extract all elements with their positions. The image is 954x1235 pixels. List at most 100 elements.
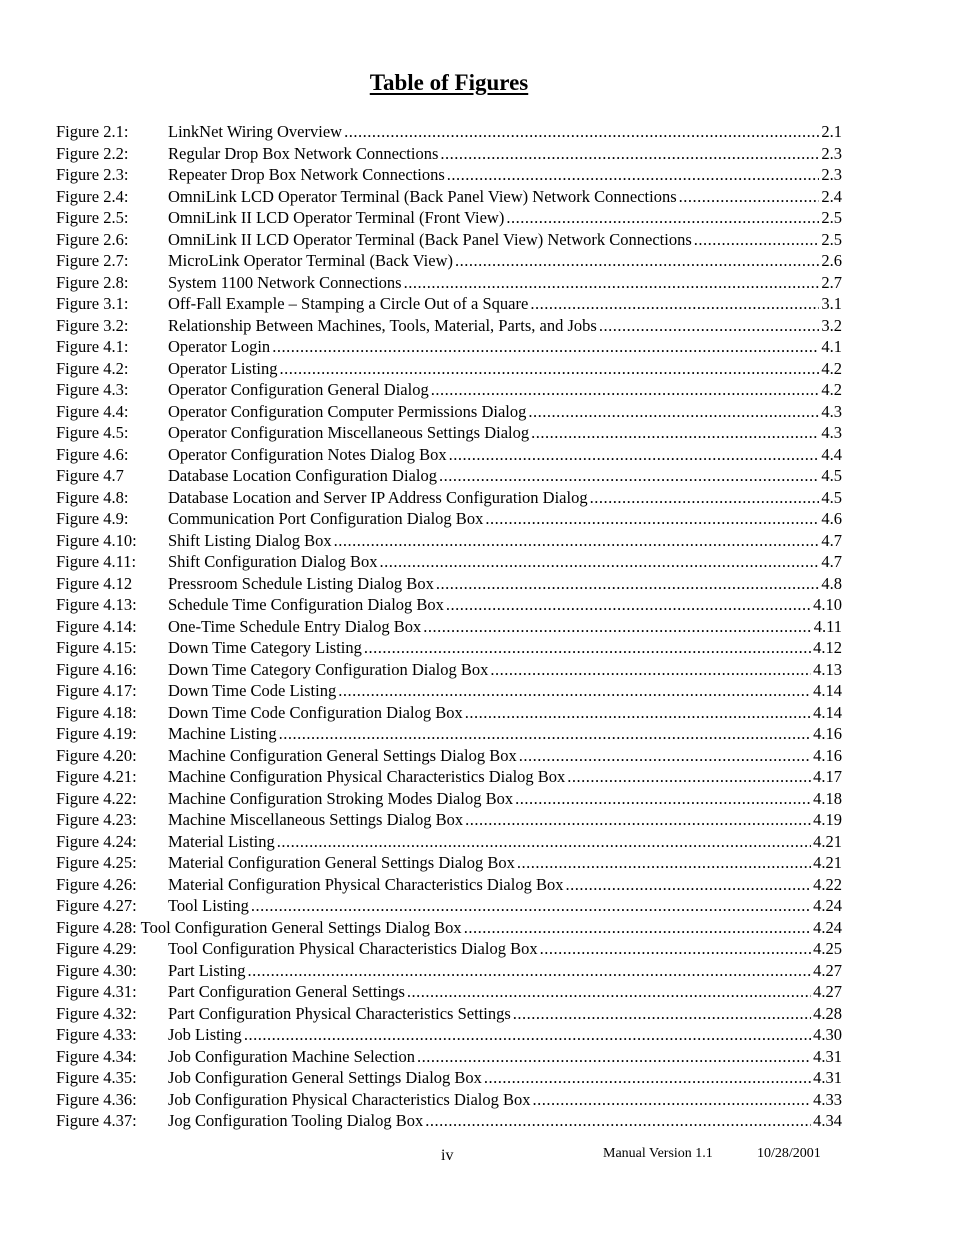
figure-caption: Job Configuration Machine Selection [168, 1046, 415, 1066]
toc-entry[interactable]: Figure 4.29: Tool Configuration Physical … [56, 938, 842, 960]
figure-caption: Part Configuration General Settings [168, 982, 405, 1001]
toc-entry[interactable]: Figure 4.1: Operator Login 4.1 [56, 336, 842, 358]
figure-caption: Shift Listing Dialog Box [168, 530, 332, 550]
figure-page: 4.28 [813, 1003, 842, 1023]
figure-page: 4.3 [821, 423, 842, 442]
toc-entry[interactable]: Figure 4.33: Job Listing 4.30 [56, 1024, 842, 1046]
figure-page: 2.7 [821, 272, 842, 292]
figure-number: Figure 4.1: [56, 337, 129, 356]
toc-entry[interactable]: Figure 4.4: Operator Configuration Comput… [56, 401, 842, 423]
footer-version: Manual Version 1.1 [603, 1146, 713, 1161]
toc-entry[interactable]: Figure 2.3: Repeater Drop Box Network Con… [56, 164, 842, 186]
toc-entry[interactable]: Figure 4.14: One-Time Schedule Entry Dial… [56, 616, 842, 638]
dot-leader [440, 143, 819, 165]
toc-entry[interactable]: Figure 4.20: Machine Configuration Genera… [56, 745, 842, 767]
dot-leader [540, 938, 812, 960]
dot-leader [531, 422, 819, 444]
toc-entry[interactable]: Figure 4.12 Pressroom Schedule Listing Di… [56, 573, 842, 595]
toc-entry[interactable]: Figure 4.9: Communication Port Configurat… [56, 508, 842, 530]
figure-caption: Repeater Drop Box Network Connections [168, 165, 445, 184]
toc-entry[interactable]: Figure 4.34: Job Configuration Machine Se… [56, 1046, 842, 1068]
footer-date: 10/28/2001 [757, 1146, 821, 1161]
figure-page: 4.2 [821, 380, 842, 399]
figure-number: Figure 4.23: [56, 810, 137, 829]
toc-entry[interactable]: Figure 4.30: Part Listing 4.27 [56, 960, 842, 982]
dot-leader [447, 164, 820, 186]
figure-number: Figure 4.21: [56, 767, 137, 786]
toc-entry[interactable]: Figure 4.23: Machine Miscellaneous Settin… [56, 809, 842, 831]
toc-entry[interactable]: Figure 4.37: Jog Configuration Tooling Di… [56, 1110, 842, 1132]
figure-number: Figure 4.12 [56, 573, 133, 593]
toc-entry[interactable]: Figure 4.15: Down Time Category Listing 4.… [56, 637, 842, 659]
toc-entry[interactable]: Figure 4.19: Machine Listing 4.16 [56, 723, 842, 745]
figure-caption: Machine Configuration Physical Character… [168, 767, 566, 786]
figure-number: Figure 4.30: [56, 960, 137, 980]
dot-leader [280, 358, 820, 380]
toc-entry[interactable]: Figure 2.2: Regular Drop Box Network Conn… [56, 143, 842, 165]
toc-entry[interactable]: Figure 4.31: Part Configuration General S… [56, 981, 842, 1003]
toc-entry[interactable]: Figure 2.8: System 1100 Network Connectio… [56, 272, 842, 294]
dot-leader [277, 831, 811, 853]
figure-caption: System 1100 Network Connections [168, 272, 402, 292]
toc-entry[interactable]: Figure 3.1: Off-Fall Example – Stamping a… [56, 293, 842, 315]
toc-entry[interactable]: Figure 4.17: Down Time Code Listing 4.14 [56, 680, 842, 702]
figure-page: 4.16 [813, 724, 842, 743]
toc-entry[interactable]: Figure 2.4: OmniLink LCD Operator Termina… [56, 186, 842, 208]
toc-entry[interactable]: Figure 2.7: MicroLink Operator Terminal (… [56, 250, 842, 272]
figure-caption: Jog Configuration Tooling Dialog Box [168, 1111, 424, 1130]
figure-caption: Part Listing [168, 960, 246, 980]
figure-caption: LinkNet Wiring Overview [168, 122, 343, 141]
toc-entry[interactable]: Figure 2.1: LinkNet Wiring Overview 2.1 [56, 121, 842, 143]
toc-entry[interactable]: Figure 4.8: Database Location and Server … [56, 487, 842, 509]
toc-entry[interactable]: Figure 2.5: OmniLink II LCD Operator Term… [56, 207, 842, 229]
dot-leader [247, 960, 811, 982]
toc-entry[interactable]: Figure 4.10: Shift Listing Dialog Box 4.7 [56, 530, 842, 552]
toc-entry[interactable]: Figure 2.6: OmniLink II LCD Operator Term… [56, 229, 842, 251]
figure-caption: Operator Configuration Notes Dialog Box [168, 444, 447, 464]
toc-entry[interactable]: Figure 4.5: Operator Configuration Miscel… [56, 422, 842, 444]
dot-leader [364, 637, 811, 659]
toc-entry[interactable]: Figure 4.2: Operator Listing 4.2 [56, 358, 842, 380]
toc-entry[interactable]: Figure 4.18: Down Time Code Configuration… [56, 702, 842, 724]
figure-caption: Tool Listing [168, 896, 249, 915]
dot-leader [251, 895, 811, 917]
toc-entry[interactable]: Figure 4.26: Material Configuration Physi… [56, 874, 842, 896]
figure-page: 3.1 [821, 294, 842, 313]
toc-entry[interactable]: Figure 4.24: Material Listing 4.21 [56, 831, 842, 853]
page-title-text: Table of Figures [369, 70, 529, 95]
dot-leader [407, 981, 811, 1003]
toc-entry[interactable]: Figure 4.35: Job Configuration General Se… [56, 1067, 842, 1089]
figure-caption: One-Time Schedule Entry Dialog Box [168, 616, 422, 636]
toc-entry[interactable]: Figure 4.36: Job Configuration Physical C… [56, 1089, 842, 1111]
dot-leader [279, 723, 812, 745]
figure-caption: Off-Fall Example – Stamping a Circle Out… [168, 294, 529, 313]
toc-entry[interactable]: Figure 4.27: Tool Listing 4.24 [56, 895, 842, 917]
dot-leader [567, 766, 811, 788]
figure-number: Figure 3.1: [56, 294, 129, 313]
toc-entry[interactable]: Figure 4.21: Machine Configuration Physic… [56, 766, 842, 788]
figure-page: 4.16 [813, 745, 842, 765]
toc-entry[interactable]: Figure 4.25: Material Configuration Gener… [56, 852, 842, 874]
toc-entry[interactable]: Figure 4.28: Tool Configuration General S… [56, 917, 842, 939]
toc-entry[interactable]: Figure 4.32: Part Configuration Physical … [56, 1003, 842, 1025]
toc-entry[interactable]: Figure 3.2: Relationship Between Machines… [56, 315, 842, 337]
figure-page: 4.31 [813, 1046, 842, 1066]
toc-entry[interactable]: Figure 4.3: Operator Configuration Genera… [56, 379, 842, 401]
figure-number: Figure 4.26: [56, 874, 137, 894]
figure-caption: Operator Configuration Computer Permissi… [168, 401, 527, 421]
figure-number: Figure 4.34: [56, 1046, 137, 1066]
figure-number: Figure 4.32: [56, 1003, 137, 1023]
dot-leader [334, 530, 820, 552]
toc-entry[interactable]: Figure 4.13: Schedule Time Configuration … [56, 594, 842, 616]
figure-page: 2.3 [821, 165, 842, 184]
dot-leader [528, 401, 819, 423]
figure-caption: Database Location and Server IP Address … [168, 487, 588, 507]
toc-entry[interactable]: Figure 4.16: Down Time Category Configura… [56, 659, 842, 681]
dot-leader [679, 186, 820, 208]
toc-entry[interactable]: Figure 4.6: Operator Configuration Notes … [56, 444, 842, 466]
figure-caption: Shift Configuration Dialog Box [168, 552, 378, 571]
dot-leader [532, 1089, 811, 1111]
toc-entry[interactable]: Figure 4.11: Shift Configuration Dialog B… [56, 551, 842, 573]
toc-entry[interactable]: Figure 4.22: Machine Configuration Stroki… [56, 788, 842, 810]
toc-entry[interactable]: Figure 4.7 Database Location Configuratio… [56, 465, 842, 487]
